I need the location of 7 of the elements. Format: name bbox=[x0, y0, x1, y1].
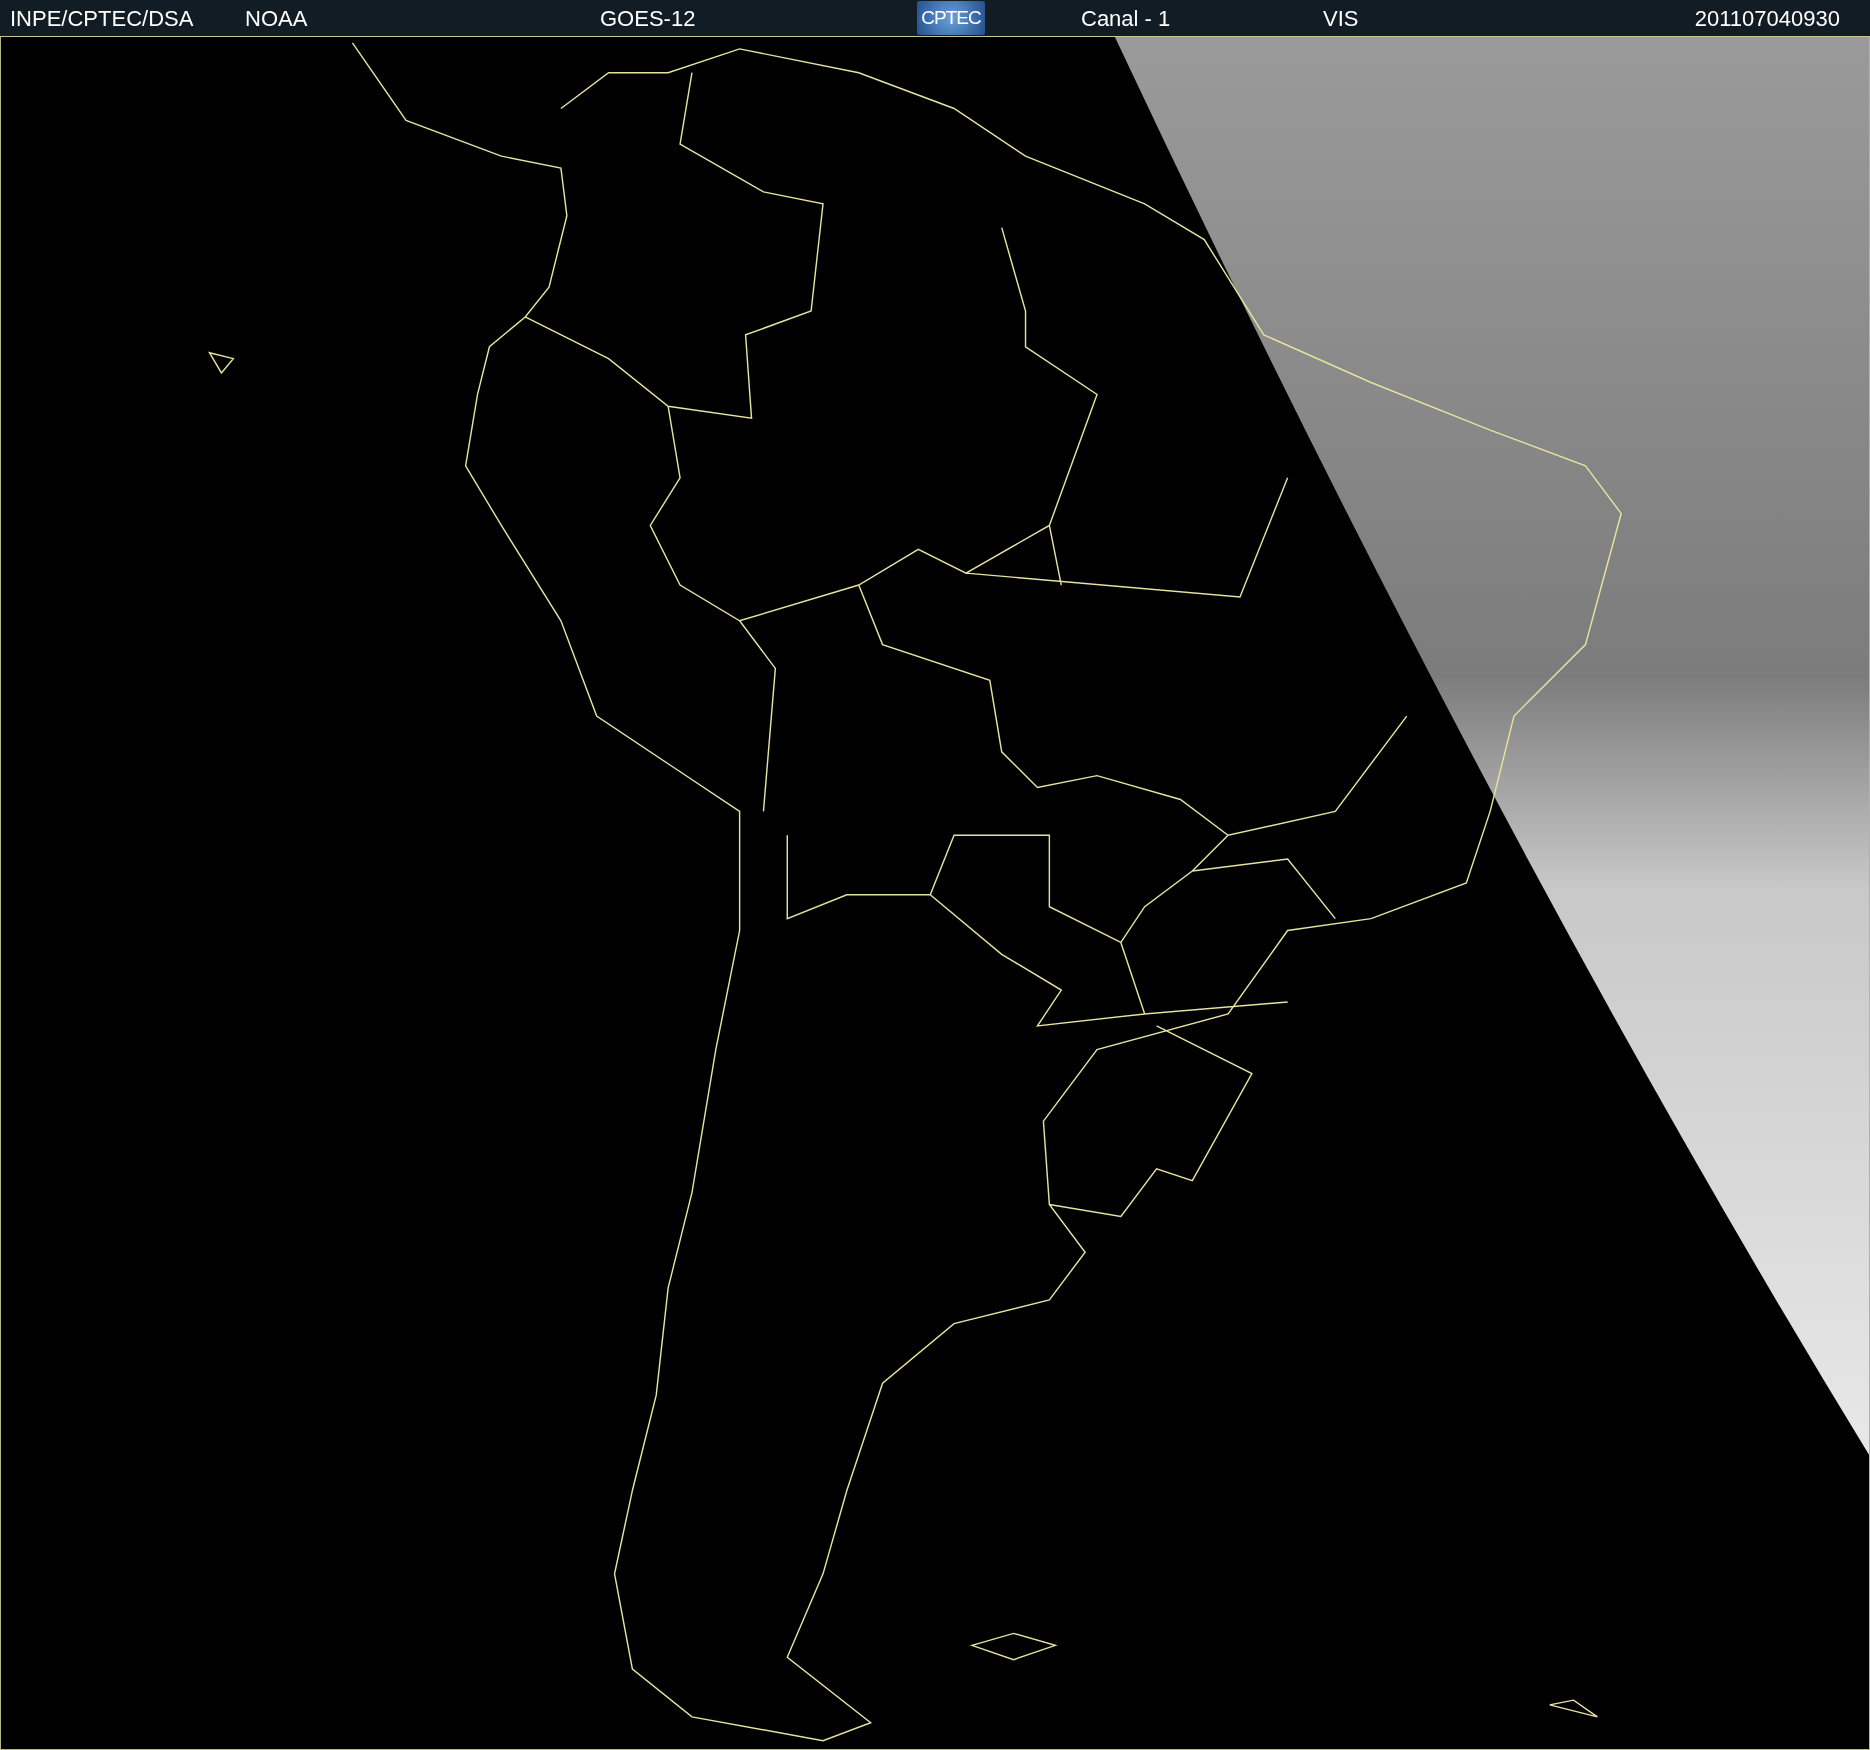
channel-label: Canal - 1 bbox=[1081, 6, 1171, 32]
timestamp-label: 201107040930 bbox=[1694, 6, 1840, 32]
satellite-label: GOES-12 bbox=[600, 6, 696, 32]
agency-label: NOAA bbox=[245, 6, 308, 32]
logo: CPTEC bbox=[917, 1, 985, 35]
band-label: VIS bbox=[1323, 6, 1359, 32]
source-label: INPE/CPTEC/DSA bbox=[10, 6, 194, 32]
